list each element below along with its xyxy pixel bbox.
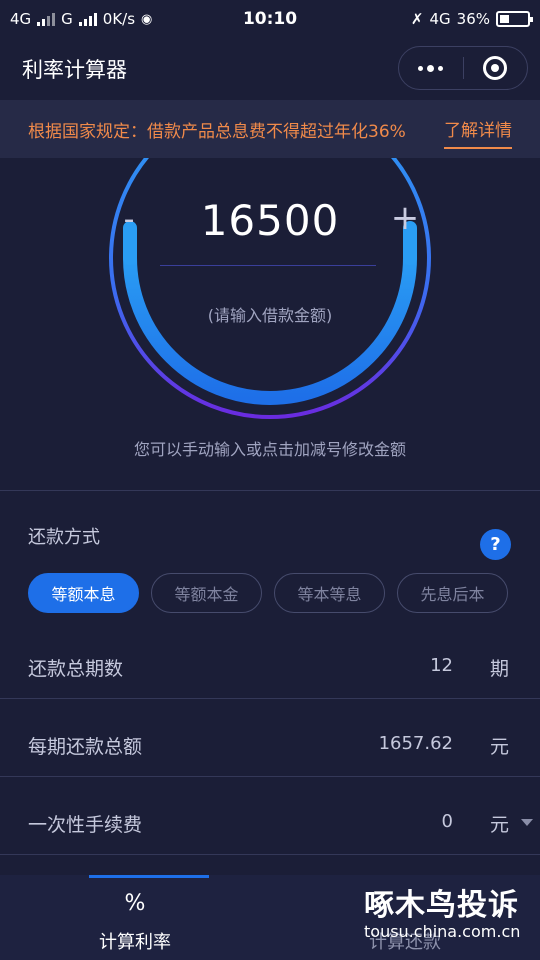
repay-method-label: 还款方式 [28, 527, 100, 548]
method-equal-principal[interactable]: 等额本金 [151, 573, 262, 613]
method-equal-principal-interest[interactable]: 等本等息 [274, 573, 385, 613]
network-label-1: 4G [10, 10, 32, 28]
battery-percent: 36% [456, 10, 490, 28]
network-speed: 0K/s [102, 10, 136, 28]
row-installment-amount[interactable]: 每期还款总额 1657.62 元 [0, 706, 540, 784]
status-bar: 4G G 0K/s ◉ 10:10 ✗ 4G 36% [0, 0, 540, 38]
network-label-2: G [61, 10, 73, 28]
wifi-icon: ◉ [141, 11, 153, 27]
percent-icon: % [124, 891, 146, 916]
row-service-fee[interactable]: 一次性手续费 0 元 [0, 784, 540, 862]
chevron-down-icon[interactable] [521, 819, 533, 826]
method-interest-first[interactable]: 先息后本 [397, 573, 508, 613]
page-title: 利率计算器 [22, 58, 127, 82]
battery-icon [496, 11, 533, 27]
more-button[interactable] [399, 47, 463, 89]
row-value: 0 [441, 811, 453, 832]
amount-tip: 您可以手动输入或点击加减号修改金额 [133, 440, 406, 459]
signal-icon [37, 12, 56, 26]
tab-indicator [89, 875, 209, 878]
row-divider [0, 698, 540, 699]
row-unit: 期 [490, 658, 510, 680]
status-right: ✗ 4G 36% [410, 10, 533, 28]
nav-bar: 利率计算器 [0, 38, 540, 100]
row-value: 1657.62 [378, 733, 453, 754]
notice-text: 根据国家规定：借款产品总息费不得超过年化36% [28, 121, 406, 142]
increase-button[interactable]: + [390, 198, 420, 238]
network-label-3: 4G [429, 10, 451, 28]
tab-label: 计算利率 [99, 932, 171, 953]
signal-icon-2 [78, 12, 97, 26]
close-button[interactable] [464, 47, 528, 89]
regulation-notice: 根据国家规定：借款产品总息费不得超过年化36% 了解详情 [0, 100, 540, 158]
row-label: 每期还款总额 [28, 736, 143, 758]
mute-icon: ✗ [410, 10, 424, 28]
loan-amount-input[interactable]: 16500 [0, 196, 540, 245]
row-divider [0, 854, 540, 855]
watermark-title: 啄木鸟投诉 [364, 888, 519, 923]
watermark: 啄木鸟投诉 tousu.china.com.cn [364, 880, 540, 941]
row-value: 12 [430, 655, 453, 676]
method-equal-installment[interactable]: 等额本息 [28, 573, 139, 613]
row-unit: 元 [490, 736, 510, 758]
amount-underline [160, 265, 376, 266]
watermark-url: tousu.china.com.cn [364, 922, 521, 941]
row-total-periods[interactable]: 还款总期数 12 期 [0, 628, 540, 706]
row-unit: 元 [490, 814, 510, 836]
target-circle-icon [483, 56, 508, 80]
amount-gauge: - 16500 + (请输入借款金额) 您可以手动输入或点击加减号修改金额 [0, 158, 540, 488]
row-label: 还款总期数 [28, 658, 124, 680]
row-divider [0, 776, 540, 777]
more-dots-icon [418, 64, 444, 72]
help-icon[interactable]: ? [480, 529, 511, 560]
tab-calc-rate[interactable]: % 计算利率 [0, 875, 270, 960]
section-divider [0, 490, 540, 491]
status-left: 4G G 0K/s ◉ [10, 10, 152, 28]
mini-program-capsule [398, 46, 528, 90]
amount-hint: (请输入借款金额) [207, 306, 333, 325]
learn-more-link[interactable]: 了解详情 [444, 116, 512, 149]
repay-method-options: 等额本息 等额本金 等本等息 先息后本 [28, 573, 508, 613]
row-label: 一次性手续费 [28, 814, 143, 836]
